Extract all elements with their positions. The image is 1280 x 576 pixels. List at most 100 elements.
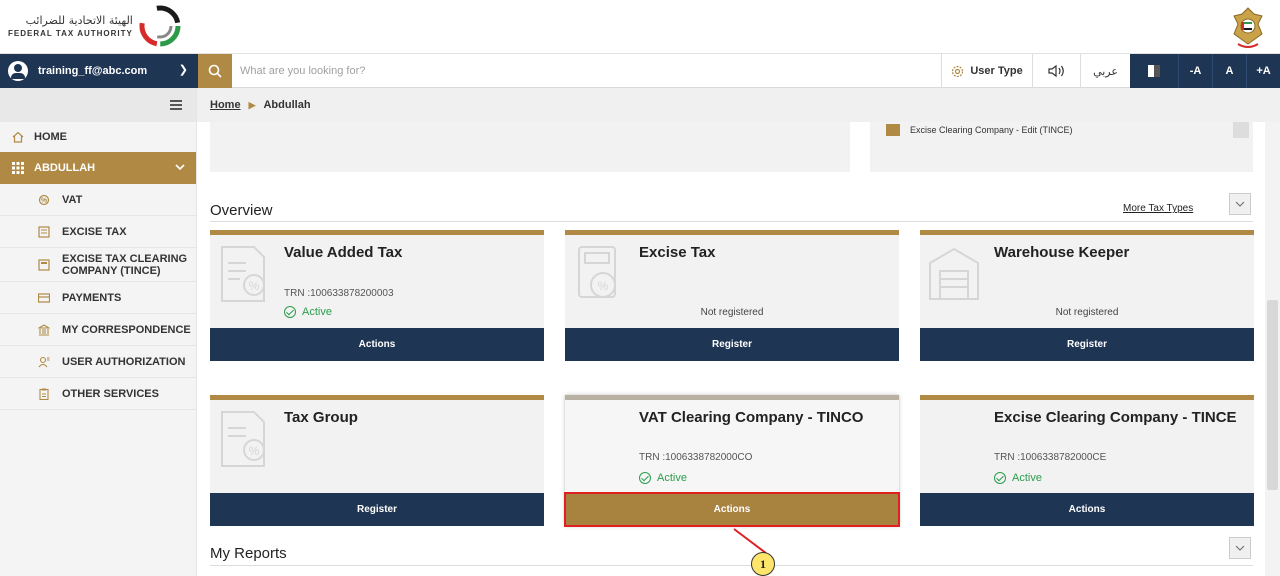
chevron-down-icon [1235, 545, 1245, 551]
sidebar-item-payments[interactable]: PAYMENTS [0, 282, 196, 314]
svg-text:%: % [41, 197, 48, 204]
not-registered-text: Not registered [1055, 307, 1119, 318]
vat-icon: % [38, 194, 50, 205]
sidebar-group-abdullah[interactable]: ABDULLAH [0, 152, 196, 184]
callout-number-badge: 1 [751, 552, 775, 576]
sidebar-item-other-services[interactable]: OTHER SERVICES [0, 378, 196, 410]
status-badge: Active [994, 472, 1042, 484]
reports-collapse-button[interactable] [1229, 537, 1251, 559]
scrollbar-thumb[interactable] [1267, 300, 1278, 490]
font-normal-button[interactable]: A [1212, 54, 1246, 88]
card-title: Excise Clearing Company - TINCE [994, 409, 1237, 426]
font-increase-button[interactable]: +A [1246, 54, 1280, 88]
sidebar: HOME ABDULLAH % VAT EXCISE TAX EXCISE TA… [0, 88, 197, 576]
edit-icon[interactable] [1233, 122, 1249, 138]
card-title: Tax Group [284, 409, 358, 426]
card-excise-tax: % Excise Tax Not registered Register [565, 230, 899, 361]
fta-logo-icon [139, 5, 181, 47]
actions-button[interactable]: Actions [210, 328, 544, 361]
svg-text:%: % [249, 279, 260, 293]
main-content: Excise Clearing Company - Edit (TINCE) O… [197, 122, 1265, 576]
card-trn: TRN :1006338782000CO [639, 452, 753, 463]
user-avatar-icon [8, 61, 28, 81]
chevron-down-icon: ❯ [178, 64, 188, 76]
page-scrollbar[interactable] [1265, 122, 1280, 576]
excise-tax-icon [38, 225, 50, 238]
building-icon [38, 323, 50, 336]
check-circle-icon [284, 306, 296, 318]
overview-collapse-button[interactable] [1229, 193, 1251, 215]
card-vat-clearing-company: VAT Clearing Company - TINCO TRN :100633… [564, 395, 900, 527]
register-button[interactable]: Register [565, 328, 899, 361]
chevron-down-icon [1235, 201, 1245, 207]
user-type-button[interactable]: User Type [941, 54, 1032, 88]
document-percent-icon: % [221, 411, 265, 467]
screen-reader-button[interactable] [1032, 54, 1080, 88]
breadcrumb-current: Abdullah [263, 99, 311, 111]
card-title: Excise Tax [639, 244, 716, 261]
speaker-icon [1047, 64, 1064, 78]
my-reports-title: My Reports [210, 545, 287, 562]
reports-divider [210, 565, 1253, 566]
card-title: Value Added Tax [284, 244, 403, 261]
more-tax-types-link[interactable]: More Tax Types [1123, 203, 1193, 214]
not-registered-text: Not registered [700, 307, 764, 318]
home-icon [12, 131, 24, 143]
search-input[interactable] [240, 60, 740, 82]
contrast-icon [1148, 65, 1160, 77]
grid-icon [12, 162, 24, 174]
card-warehouse-keeper: Warehouse Keeper Not registered Register [920, 230, 1254, 361]
breadcrumb-home-link[interactable]: Home [210, 99, 241, 111]
chevron-down-icon [175, 164, 185, 171]
warehouse-icon [929, 247, 979, 300]
sidebar-item-label: OTHER SERVICES [62, 387, 159, 400]
status-badge: Active [284, 306, 332, 318]
document-percent-icon: % [221, 246, 265, 302]
sidebar-item-label: EXCISE TAX [62, 225, 127, 238]
sidebar-toggle[interactable] [0, 88, 196, 122]
sidebar-item-home[interactable]: HOME [0, 122, 196, 152]
top-panel-right: Excise Clearing Company - Edit (TINCE) [870, 122, 1253, 172]
sidebar-item-excise-tax[interactable]: EXCISE TAX [0, 216, 196, 248]
breadcrumb: Home ▶ Abdullah [197, 88, 1280, 122]
hamburger-icon [170, 100, 182, 110]
status-badge: Active [639, 472, 687, 484]
actions-button[interactable]: Actions [564, 492, 900, 527]
contrast-toggle[interactable] [1130, 54, 1178, 88]
svg-text:%: % [249, 444, 260, 458]
sidebar-item-label: USER AUTHORIZATION [62, 355, 186, 368]
sidebar-item-user-authorization[interactable]: USER AUTHORIZATION [0, 346, 196, 378]
user-email: training_ff@abc.com [38, 65, 148, 77]
clipboard-icon [39, 388, 49, 400]
fta-logo[interactable]: الهيئة الاتحادية للضرائب FEDERAL TAX AUT… [8, 5, 181, 47]
check-circle-icon [994, 472, 1006, 484]
sidebar-item-label: EXCISE TAX CLEARING COMPANY (TINCE) [62, 252, 188, 277]
register-button[interactable]: Register [920, 328, 1254, 361]
item-badge-icon [886, 124, 900, 136]
sidebar-item-vat[interactable]: % VAT [0, 184, 196, 216]
user-type-label: User Type [970, 65, 1023, 77]
payments-icon [38, 292, 50, 303]
language-toggle[interactable]: عربي [1080, 54, 1130, 88]
pending-item[interactable]: Excise Clearing Company - Edit (TINCE) [870, 122, 1253, 138]
sidebar-item-tince[interactable]: EXCISE TAX CLEARING COMPANY (TINCE) [0, 248, 196, 282]
card-title: VAT Clearing Company - TINCO [639, 409, 864, 426]
overview-title: Overview [210, 202, 273, 219]
card-title: Warehouse Keeper [994, 244, 1130, 261]
card-tax-group: % Tax Group Register [210, 395, 544, 526]
svg-text:%: % [598, 279, 609, 293]
search-icon [208, 64, 222, 78]
sidebar-item-label: HOME [34, 131, 67, 143]
register-button[interactable]: Register [210, 493, 544, 526]
gear-icon [952, 65, 964, 77]
calculator-icon: % [578, 246, 616, 298]
check-circle-icon [639, 472, 651, 484]
actions-button[interactable]: Actions [920, 493, 1254, 526]
card-trn: TRN :1006338782000CE [994, 452, 1107, 463]
font-decrease-button[interactable]: -A [1178, 54, 1212, 88]
search-button[interactable] [198, 54, 232, 88]
user-account-menu[interactable]: training_ff@abc.com ❯ [0, 54, 198, 88]
sidebar-item-my-correspondence[interactable]: MY CORRESPONDENCE [0, 314, 196, 346]
user-auth-icon [38, 356, 50, 367]
top-panel-left [210, 122, 850, 172]
